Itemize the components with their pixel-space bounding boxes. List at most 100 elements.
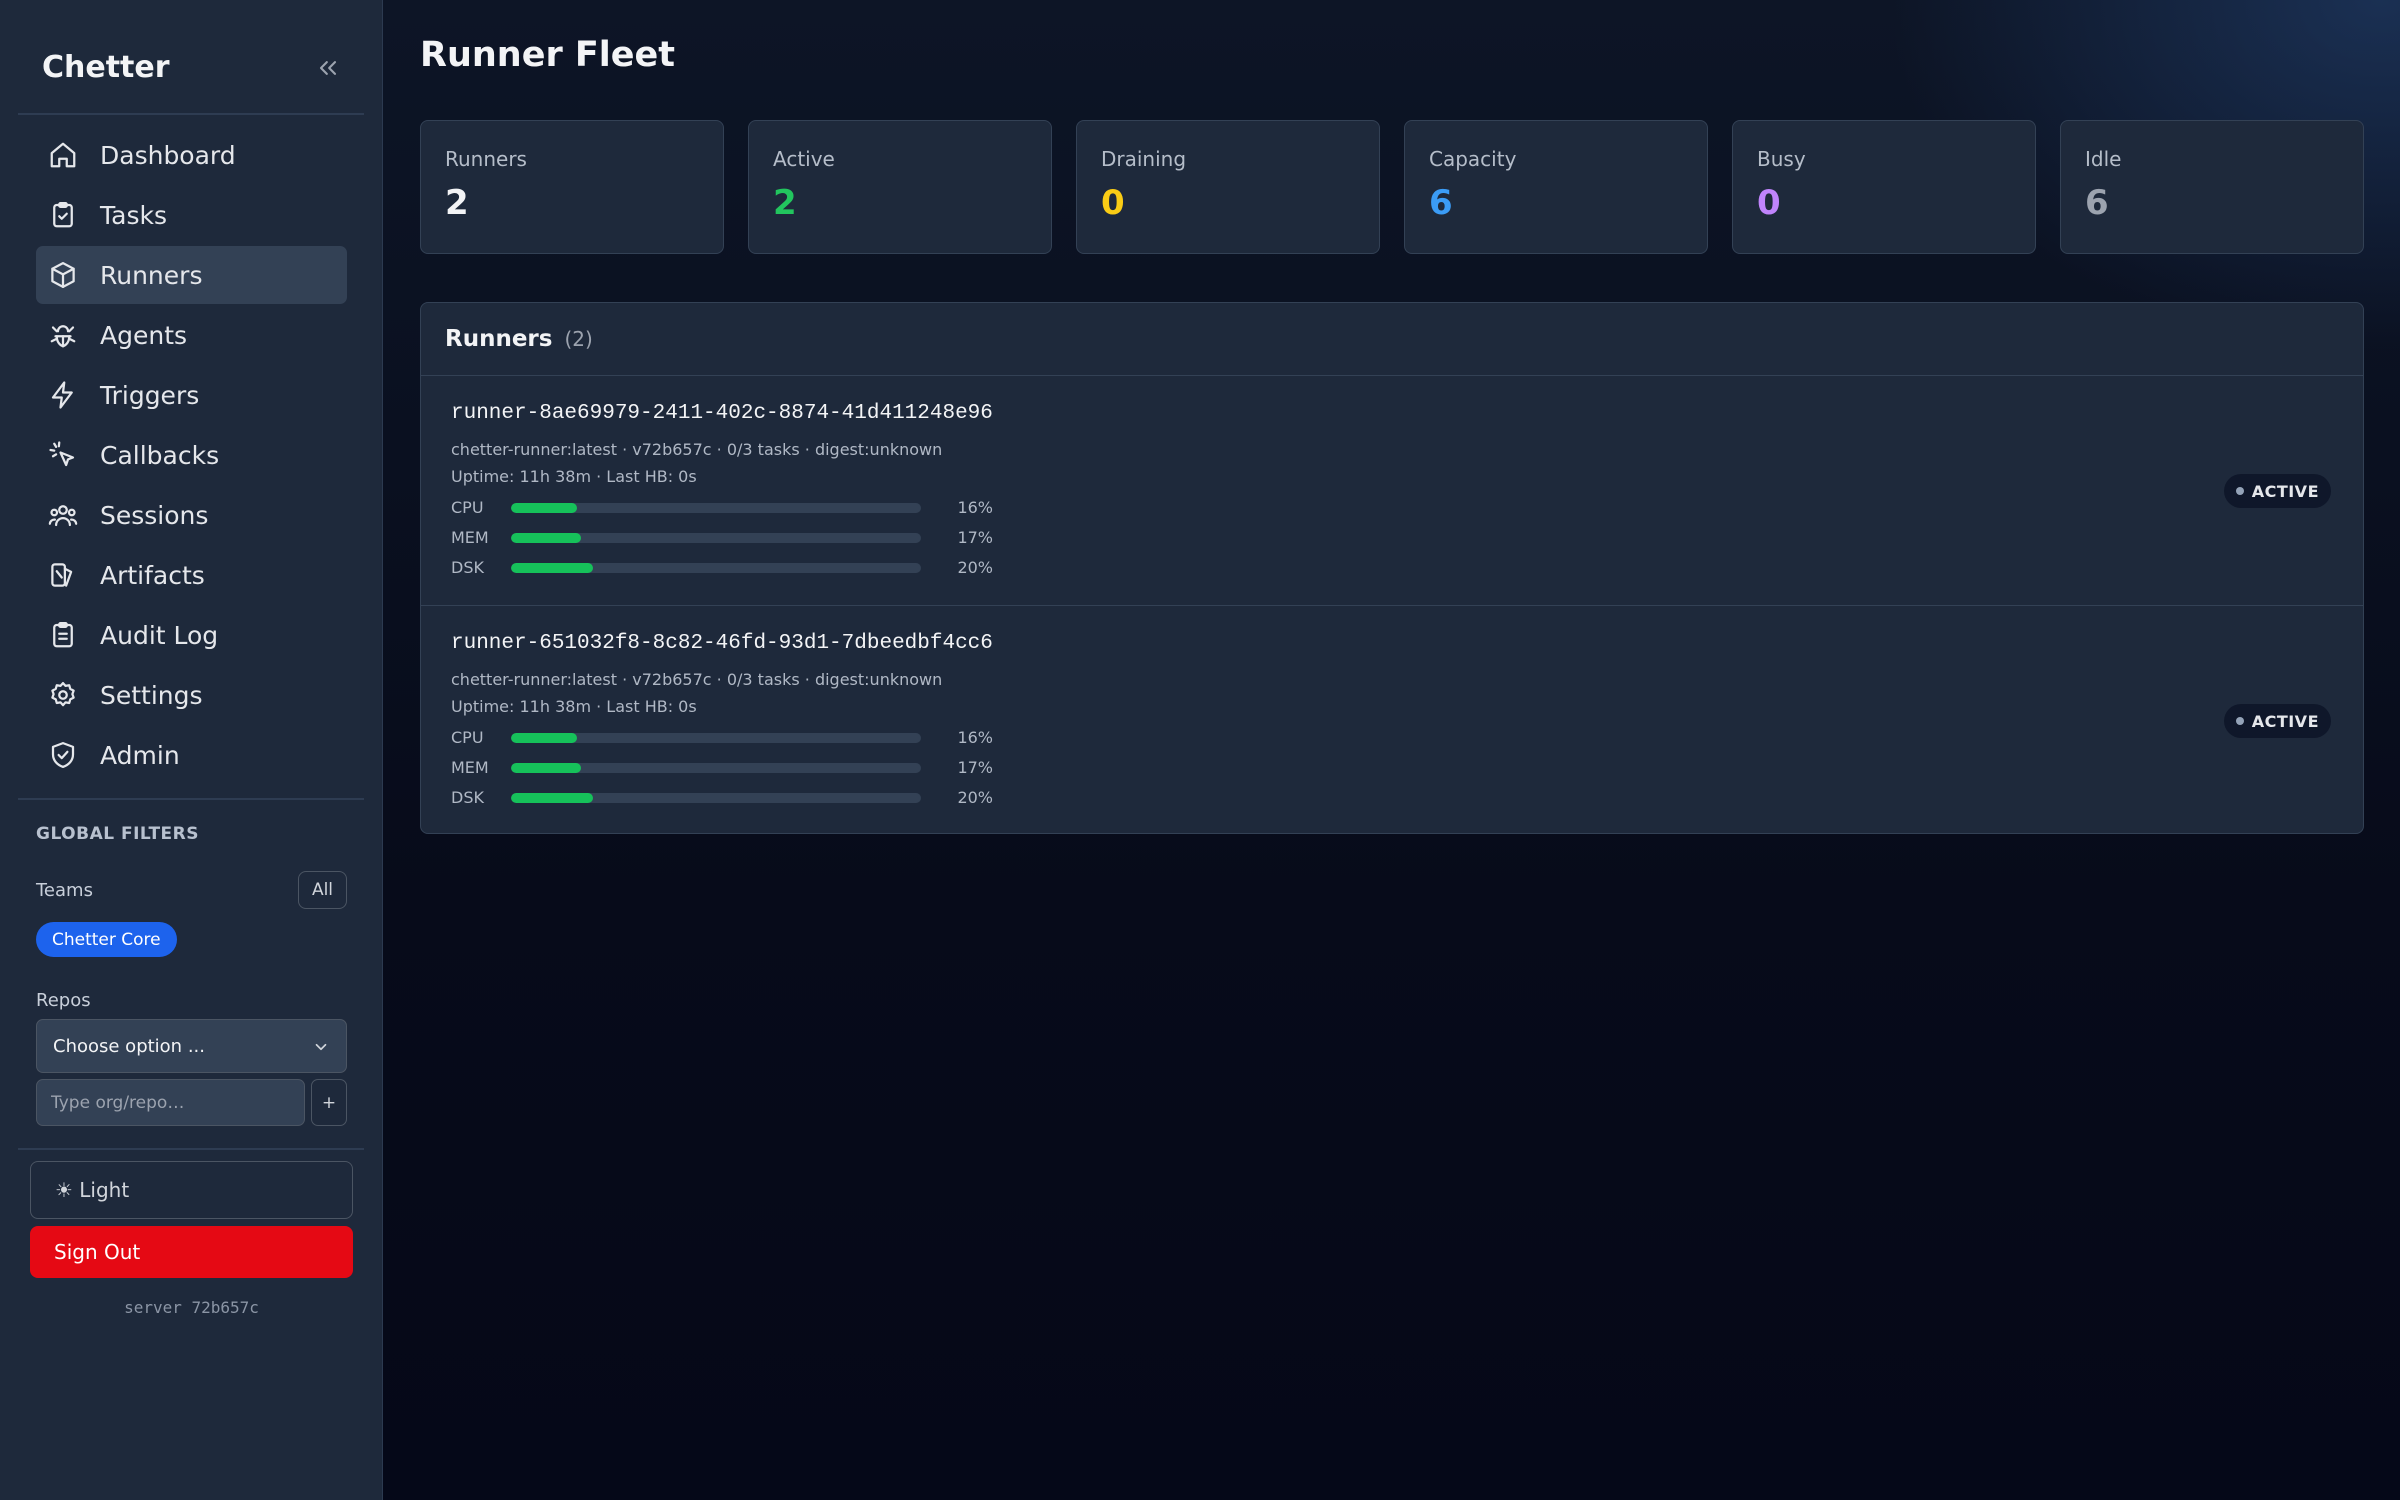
- runner-name[interactable]: runner-651032f8-8c82-46fd-93d1-7dbeedbf4…: [451, 632, 993, 655]
- theme-toggle-button[interactable]: ☀ Light: [30, 1161, 353, 1219]
- sidebar-item-label: Triggers: [100, 380, 200, 410]
- metric-bar-fill: [511, 503, 577, 513]
- status-badge: ACTIVE: [2223, 474, 2331, 508]
- status-dot-icon: [2235, 717, 2244, 725]
- stat-label: Runners: [445, 147, 527, 171]
- sidebar-item-agents[interactable]: Agents: [36, 306, 347, 364]
- shield-check-icon: [51, 742, 75, 768]
- stat-value: 6: [1429, 183, 1453, 223]
- sidebar-item-admin[interactable]: Admin: [36, 726, 347, 784]
- shapes-icon: [51, 563, 73, 587]
- stat-value: 2: [773, 183, 797, 223]
- page-title: Runner Fleet: [420, 35, 675, 75]
- metric-bar-fill: [511, 793, 593, 803]
- stat-card-busy: Busy 0: [1732, 120, 2036, 254]
- sidebar-item-label: Callbacks: [100, 440, 220, 470]
- status-dot-icon: [2235, 487, 2244, 495]
- team-chip-chetter-core[interactable]: Chetter Core: [36, 922, 177, 957]
- stat-value: 6: [2085, 183, 2109, 223]
- runners-panel-title: Runners: [445, 326, 553, 352]
- metric-percent: 17%: [957, 758, 993, 777]
- metric-label: DSK: [451, 558, 484, 577]
- gear-icon: [51, 682, 75, 707]
- status-badge-label: ACTIVE: [2251, 481, 2319, 501]
- teams-all-button[interactable]: All: [298, 871, 347, 909]
- sidebar-item-tasks[interactable]: Tasks: [36, 186, 347, 244]
- sidebar-item-artifacts[interactable]: Artifacts: [36, 546, 347, 604]
- sidebar-item-label: Dashboard: [100, 140, 236, 170]
- sidebar: Chetter Dashboard Tasks Runners Agents T…: [0, 0, 383, 1500]
- sidebar-divider: [18, 113, 364, 115]
- status-badge-label: ACTIVE: [2251, 711, 2319, 731]
- metric-label: DSK: [451, 788, 484, 807]
- metric-percent: 20%: [957, 788, 993, 807]
- metric-label: MEM: [451, 758, 489, 777]
- bug-icon: [50, 325, 76, 348]
- stat-value: 2: [445, 183, 469, 223]
- status-badge: ACTIVE: [2223, 704, 2331, 738]
- sidebar-item-label: Agents: [100, 320, 188, 350]
- stats-row: Runners 2 Active 2 Draining 0 Capacity 6…: [420, 120, 2364, 254]
- zap-icon: [51, 381, 73, 409]
- sidebar-item-runners[interactable]: Runners: [36, 246, 347, 304]
- stat-card-active: Active 2: [748, 120, 1052, 254]
- stat-label: Capacity: [1429, 147, 1517, 171]
- stat-label: Active: [773, 147, 835, 171]
- stat-value: 0: [1757, 183, 1781, 223]
- sidebar-item-dashboard[interactable]: Dashboard: [36, 126, 347, 184]
- stat-card-runners: Runners 2: [420, 120, 724, 254]
- metric-bar: [511, 793, 921, 803]
- app-brand[interactable]: Chetter: [42, 50, 170, 85]
- runner-uptime: Uptime: 11h 38m · Last HB: 0s: [451, 467, 697, 486]
- metric-percent: 17%: [957, 528, 993, 547]
- home-icon: [50, 142, 76, 168]
- sign-out-button[interactable]: Sign Out: [30, 1226, 353, 1278]
- sidebar-item-settings[interactable]: Settings: [36, 666, 347, 724]
- stat-label: Idle: [2085, 147, 2122, 171]
- metric-label: CPU: [451, 728, 484, 747]
- runner-row[interactable]: runner-651032f8-8c82-46fd-93d1-7dbeedbf4…: [421, 605, 2363, 833]
- clipboard-check-icon: [53, 202, 73, 228]
- runner-name[interactable]: runner-8ae69979-2411-402c-8874-41d411248…: [451, 402, 993, 425]
- metric-percent: 20%: [957, 558, 993, 577]
- runner-meta: chetter-runner:latest · v72b657c · 0/3 t…: [451, 670, 943, 689]
- sidebar-item-triggers[interactable]: Triggers: [36, 366, 347, 424]
- runner-row[interactable]: runner-8ae69979-2411-402c-8874-41d411248…: [421, 376, 2363, 605]
- box-icon: [51, 262, 75, 288]
- runners-panel-header: Runners (2): [421, 303, 2363, 376]
- repos-select[interactable]: Choose option ...: [36, 1019, 347, 1073]
- sidebar-item-callbacks[interactable]: Callbacks: [36, 426, 347, 484]
- metric-bar: [511, 533, 921, 543]
- chevrons-left-icon[interactable]: [314, 54, 342, 82]
- sidebar-item-audit-log[interactable]: Audit Log: [36, 606, 347, 664]
- add-repo-button[interactable]: +: [311, 1079, 347, 1126]
- sidebar-item-sessions[interactable]: Sessions: [36, 486, 347, 544]
- repos-select-value: Choose option ...: [53, 1035, 205, 1057]
- stat-label: Busy: [1757, 147, 1806, 171]
- runners-panel: Runners (2) runner-8ae69979-2411-402c-88…: [420, 302, 2364, 834]
- metric-label: MEM: [451, 528, 489, 547]
- metric-percent: 16%: [957, 498, 993, 517]
- metric-bar-fill: [511, 763, 581, 773]
- teams-label: Teams: [36, 880, 93, 901]
- sidebar-item-label: Runners: [100, 260, 203, 290]
- runner-metric-cpu: CPU 16%: [451, 728, 1011, 748]
- runner-meta: chetter-runner:latest · v72b657c · 0/3 t…: [451, 440, 943, 459]
- users-icon: [48, 505, 78, 527]
- pointer-click-icon: [49, 441, 75, 467]
- sidebar-nav: Dashboard Tasks Runners Agents Triggers …: [36, 126, 347, 786]
- runners-count: (2): [564, 327, 593, 351]
- sidebar-item-label: Audit Log: [100, 620, 219, 650]
- repo-input[interactable]: [36, 1079, 305, 1126]
- global-filters-title: GLOBAL FILTERS: [36, 824, 199, 844]
- server-version: server 72b657c: [124, 1298, 259, 1317]
- sidebar-item-label: Admin: [100, 740, 180, 770]
- sidebar-item-label: Sessions: [100, 500, 209, 530]
- sidebar-divider: [18, 798, 364, 800]
- stat-card-capacity: Capacity 6: [1404, 120, 1708, 254]
- metric-label: CPU: [451, 498, 484, 517]
- metric-bar-fill: [511, 533, 581, 543]
- metric-bar: [511, 503, 921, 513]
- metric-percent: 16%: [957, 728, 993, 747]
- runner-metric-mem: MEM 17%: [451, 758, 1011, 778]
